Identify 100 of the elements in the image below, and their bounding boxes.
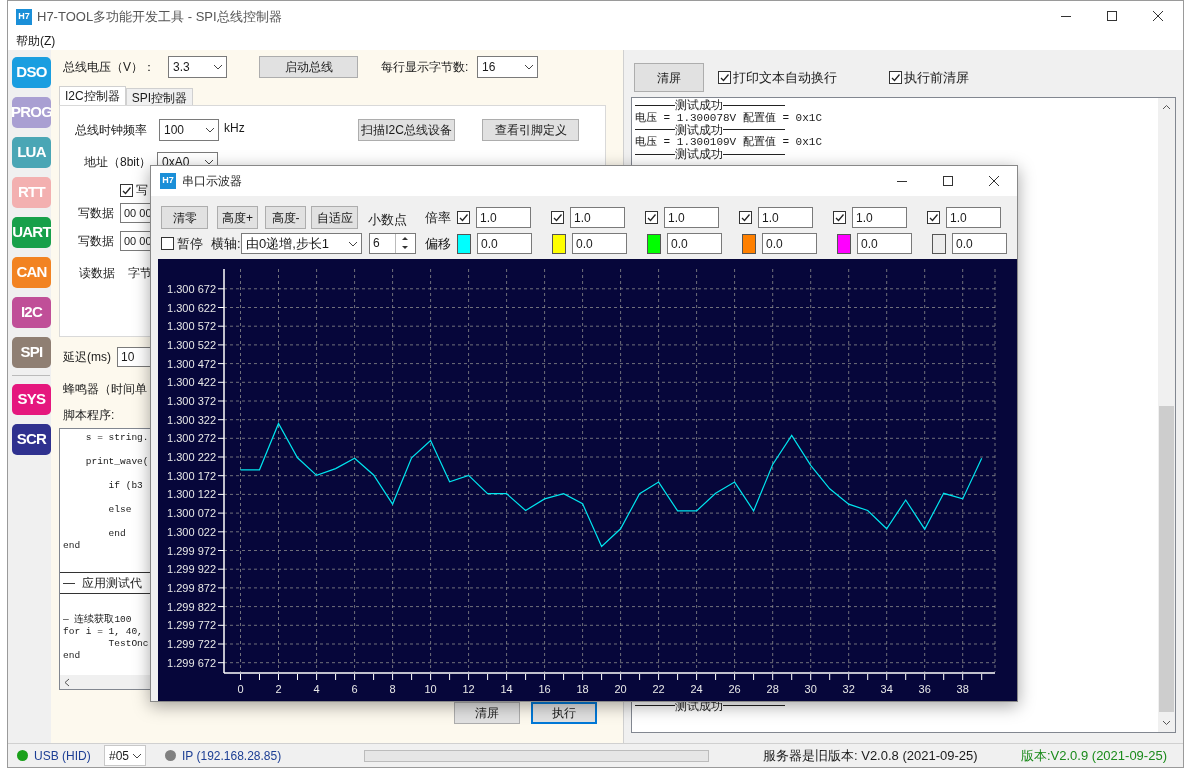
tick-label: 26 (728, 683, 741, 695)
chevron-icon (132, 752, 142, 759)
dropdown[interactable]: #05 (104, 745, 146, 766)
status-text: 服务器是旧版本: V2.0.8 (2021-09-25) (763, 746, 979, 765)
checkbox[interactable] (645, 211, 658, 224)
code-text: s = string. print_wave( if (b3 else end end (62, 432, 149, 552)
tick-label: 1.300 472 (167, 357, 216, 370)
dropdown[interactable]: 由0递增,步长1 (241, 233, 362, 254)
clear-button[interactable]: 清屏 (634, 63, 704, 92)
tick-label: 4 (313, 683, 320, 695)
unit-label: kHz (224, 120, 246, 137)
input-field[interactable]: 1.0 (570, 207, 625, 228)
field-label: 写数据 (78, 233, 115, 250)
input-field[interactable]: 0.0 (857, 233, 912, 254)
input-field[interactable]: 0.0 (667, 233, 722, 254)
button[interactable]: 清屏 (454, 702, 520, 724)
sidebar-button[interactable]: SYS (12, 384, 51, 415)
input-field[interactable]: 1.0 (664, 207, 719, 228)
window-title: 串口示波器 (182, 173, 242, 190)
dropdown[interactable]: 100 (159, 119, 219, 141)
tab[interactable]: SPI控制器 (125, 88, 194, 105)
sidebar-button[interactable]: I2C (12, 297, 51, 328)
tick-label: 1.299 872 (167, 581, 216, 594)
input-field[interactable]: 0.0 (952, 233, 1007, 254)
code-comment: — 应用测试代 (62, 575, 142, 592)
input-field[interactable]: 1.0 (476, 207, 531, 228)
field-label: 地址（8bit） (84, 154, 153, 171)
start-bus-button[interactable]: 启动总线 (259, 56, 358, 78)
toolbar-button[interactable]: 高度+ (217, 206, 258, 229)
checkbox-label: 写 (136, 182, 148, 199)
tick-label: 6 (351, 683, 358, 695)
checkbox[interactable] (889, 71, 902, 84)
tick-label: 20 (614, 683, 627, 695)
dropdown[interactable]: 3.3 (168, 56, 227, 78)
tick-label: 1.300 422 (167, 376, 216, 389)
tick-label: 1.299 722 (167, 638, 216, 650)
input-field[interactable]: 1.0 (758, 207, 813, 228)
color-swatch[interactable] (552, 233, 566, 254)
color-swatch[interactable] (742, 233, 756, 254)
toolbar-button[interactable]: 清零 (161, 206, 208, 229)
toolbar-button[interactable]: 自适应 (311, 206, 358, 229)
tick-label: 32 (842, 683, 855, 695)
tick-label: 1.300 172 (167, 469, 216, 482)
input-field[interactable]: 0.0 (762, 233, 817, 254)
dropdown[interactable]: 16 (477, 56, 538, 78)
tick-label: 30 (804, 683, 817, 695)
checkbox[interactable] (161, 237, 174, 250)
window-title: H7-TOOL多功能开发工具 - SPI总线控制器 (37, 7, 282, 26)
tick-label: 1.300 022 (167, 525, 216, 538)
field-label: 每行显示字节数: (381, 59, 470, 76)
color-swatch[interactable] (837, 233, 851, 254)
field-label: 小数点 (368, 210, 408, 229)
scan-button[interactable]: 扫描I2C总线设备 (358, 119, 455, 141)
spinner-field[interactable]: 6 (369, 233, 416, 254)
tick-label: 24 (690, 683, 703, 695)
input-field[interactable]: 1.0 (946, 207, 1001, 228)
tab[interactable]: I2C控制器 (59, 86, 126, 105)
tick-label: 1.300 572 (167, 320, 216, 333)
chevron-icon (348, 240, 358, 247)
tick-label: 34 (880, 683, 893, 695)
input-field[interactable]: 1.0 (852, 207, 907, 228)
color-swatch[interactable] (457, 233, 471, 254)
console-line: 电压 = 1.300078V 配置值 = 0x1C (635, 111, 823, 124)
tick-label: 14 (500, 683, 513, 695)
checkbox[interactable] (457, 211, 470, 224)
menu-item[interactable]: 帮助(Z) (16, 32, 56, 50)
pin-definition-button[interactable]: 查看引脚定义 (482, 119, 579, 141)
field-label: 写数据 (78, 205, 115, 222)
toolbar-button[interactable]: 高度- (265, 206, 306, 229)
tick-label: 1.300 322 (167, 413, 216, 426)
input-field[interactable]: 0.0 (572, 233, 627, 254)
scrollbar-thumb[interactable] (1159, 406, 1174, 712)
tick-label: 1.300 672 (167, 282, 216, 295)
sidebar-button[interactable]: SCR (12, 424, 51, 455)
status-text: IP (192.168.28.85) (182, 747, 282, 765)
close-icon (989, 175, 999, 187)
checkbox-label: 执行前清屏 (904, 68, 969, 87)
console-line: 电压 = 1.300109V 配置值 = 0x1C (635, 136, 823, 148)
checkbox[interactable] (120, 183, 133, 197)
chevron-icon (213, 64, 223, 70)
checkbox[interactable] (739, 211, 752, 224)
tick-label: 16 (538, 683, 551, 695)
tick-label: 1.300 622 (167, 301, 216, 314)
color-swatch[interactable] (932, 233, 946, 254)
field-label: 偏移 (425, 234, 452, 253)
checkbox[interactable] (718, 71, 731, 84)
input-field[interactable]: 0.0 (477, 233, 532, 254)
maximize-icon (1107, 11, 1117, 22)
checkbox[interactable] (927, 211, 940, 224)
sidebar-button[interactable]: SPI (12, 337, 51, 368)
button[interactable]: 执行 (531, 702, 597, 724)
checkbox-label: 打印文本自动换行 (733, 68, 837, 87)
scroll-left-icon (64, 677, 70, 687)
checkbox[interactable] (833, 211, 846, 224)
scroll-down-icon (1162, 720, 1171, 726)
tick-label: 1.300 072 (167, 507, 216, 520)
app-logo: H7 (160, 173, 176, 189)
color-swatch[interactable] (647, 233, 661, 254)
checkbox[interactable] (551, 211, 564, 224)
vertical-scrollbar[interactable] (1158, 98, 1175, 732)
